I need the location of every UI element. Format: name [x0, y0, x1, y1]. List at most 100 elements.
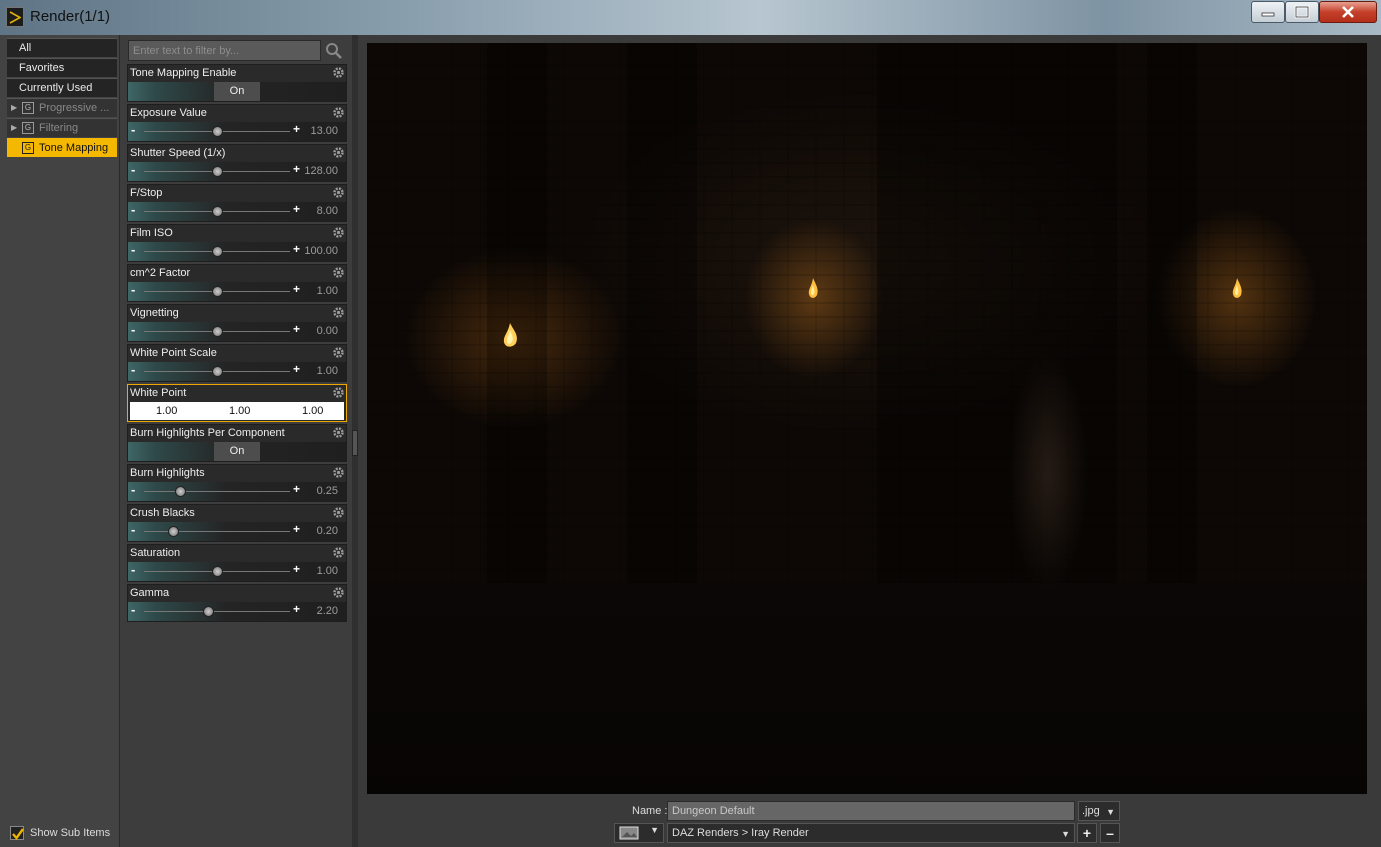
slider-track[interactable]: - + 1.00: [128, 362, 346, 381]
slider-line: [144, 531, 290, 532]
dungeon-floor: [367, 583, 1367, 794]
property-white-point-scale: White Point Scale - + 1.00: [127, 344, 347, 382]
gear-icon[interactable]: [332, 106, 345, 119]
extension-select[interactable]: .jpg ▼: [1078, 801, 1120, 821]
gear-icon[interactable]: [332, 346, 345, 359]
slider-track[interactable]: - + 0.20: [128, 522, 346, 541]
slider-track[interactable]: - + 0.00: [128, 322, 346, 341]
color-value-field[interactable]: 1.00 1.00 1.00: [130, 402, 344, 420]
group-tone-mapping[interactable]: G Tone Mapping: [7, 138, 117, 157]
color-red-value[interactable]: 1.00: [156, 405, 177, 417]
slider-knob[interactable]: [175, 486, 186, 497]
decrement-button[interactable]: -: [131, 282, 135, 297]
gear-icon[interactable]: [332, 306, 345, 319]
increment-button[interactable]: +: [293, 602, 300, 616]
property-value[interactable]: 1.00: [317, 565, 338, 577]
property-value[interactable]: 0.00: [317, 325, 338, 337]
decrement-button[interactable]: -: [131, 522, 135, 537]
expand-arrow-icon[interactable]: ▶: [11, 119, 17, 137]
gear-icon[interactable]: [332, 186, 345, 199]
slider-knob[interactable]: [211, 246, 223, 257]
gear-icon[interactable]: [332, 546, 345, 559]
slider-knob[interactable]: [211, 126, 223, 137]
decrement-button[interactable]: -: [131, 322, 135, 337]
slider-knob[interactable]: [211, 166, 223, 177]
add-path-button[interactable]: +: [1077, 823, 1097, 843]
decrement-button[interactable]: -: [131, 162, 135, 177]
increment-button[interactable]: +: [293, 362, 300, 376]
gear-icon[interactable]: [332, 386, 345, 399]
toggle-button[interactable]: On: [214, 82, 260, 101]
slider-track[interactable]: - + 100.00: [128, 242, 346, 261]
property-value[interactable]: 1.00: [317, 285, 338, 297]
decrement-button[interactable]: -: [131, 242, 135, 257]
gear-icon[interactable]: [332, 466, 345, 479]
gear-icon[interactable]: [332, 266, 345, 279]
decrement-button[interactable]: -: [131, 602, 135, 617]
slider-knob[interactable]: [211, 566, 223, 577]
slider-knob[interactable]: [211, 286, 223, 297]
property-value[interactable]: 8.00: [317, 205, 338, 217]
slider-knob[interactable]: [211, 326, 223, 337]
slider-knob[interactable]: [211, 206, 223, 217]
group-progressive[interactable]: ▶ G Progressive ...: [7, 98, 117, 117]
category-favorites[interactable]: Favorites: [7, 58, 117, 77]
color-blue-value[interactable]: 1.00: [302, 405, 323, 417]
decrement-button[interactable]: -: [131, 122, 135, 137]
increment-button[interactable]: +: [293, 242, 300, 256]
property-value[interactable]: 0.25: [317, 485, 338, 497]
gear-icon[interactable]: [332, 586, 345, 599]
increment-button[interactable]: +: [293, 202, 300, 216]
remove-path-button[interactable]: –: [1100, 823, 1120, 843]
color-green-value[interactable]: 1.00: [229, 405, 250, 417]
category-all[interactable]: All: [7, 38, 117, 57]
increment-button[interactable]: +: [293, 122, 300, 136]
decrement-button[interactable]: -: [131, 202, 135, 217]
slider-track[interactable]: - + 8.00: [128, 202, 346, 221]
search-icon[interactable]: [323, 40, 345, 61]
close-button[interactable]: [1319, 1, 1377, 23]
property-value[interactable]: 13.00: [310, 125, 338, 137]
expand-arrow-icon[interactable]: ▶: [11, 99, 17, 117]
slider-track[interactable]: - + 0.25: [128, 482, 346, 501]
chevron-down-icon: ▼: [1106, 807, 1115, 817]
render-path-select[interactable]: DAZ Renders > Iray Render ▼: [667, 823, 1075, 843]
gear-icon[interactable]: [332, 66, 345, 79]
slider-track[interactable]: - + 1.00: [128, 562, 346, 581]
category-currently-used[interactable]: Currently Used: [7, 78, 117, 97]
slider-track[interactable]: - + 1.00: [128, 282, 346, 301]
property-value[interactable]: 2.20: [317, 605, 338, 617]
slider-knob[interactable]: [167, 526, 179, 537]
slider-knob[interactable]: [202, 606, 214, 617]
property-value[interactable]: 0.20: [317, 525, 338, 537]
toggle-button[interactable]: On: [214, 442, 260, 461]
increment-button[interactable]: +: [293, 162, 300, 176]
filter-input[interactable]: [128, 40, 321, 61]
increment-button[interactable]: +: [293, 282, 300, 296]
decrement-button[interactable]: -: [131, 482, 135, 497]
group-filtering[interactable]: ▶ G Filtering: [7, 118, 117, 137]
slider-track[interactable]: - + 128.00: [128, 162, 346, 181]
name-field[interactable]: Dungeon Default: [667, 801, 1075, 821]
slider-track[interactable]: - + 13.00: [128, 122, 346, 141]
slider-track[interactable]: - + 2.20: [128, 602, 346, 621]
gear-icon[interactable]: [332, 426, 345, 439]
maximize-button[interactable]: [1285, 1, 1319, 23]
gear-icon[interactable]: [332, 506, 345, 519]
group-label: Filtering: [39, 122, 79, 134]
gear-icon[interactable]: [332, 226, 345, 239]
decrement-button[interactable]: -: [131, 562, 135, 577]
decrement-button[interactable]: -: [131, 362, 135, 377]
image-type-button[interactable]: ▼: [614, 823, 664, 843]
property-value[interactable]: 128.00: [304, 165, 338, 177]
minimize-button[interactable]: [1251, 1, 1285, 23]
property-value[interactable]: 100.00: [304, 245, 338, 257]
checkbox-icon[interactable]: [10, 826, 24, 840]
increment-button[interactable]: +: [293, 322, 300, 336]
gear-icon[interactable]: [332, 146, 345, 159]
increment-button[interactable]: +: [293, 522, 300, 536]
increment-button[interactable]: +: [293, 562, 300, 576]
slider-knob[interactable]: [211, 366, 223, 377]
property-value[interactable]: 1.00: [317, 365, 338, 377]
increment-button[interactable]: +: [293, 482, 300, 496]
